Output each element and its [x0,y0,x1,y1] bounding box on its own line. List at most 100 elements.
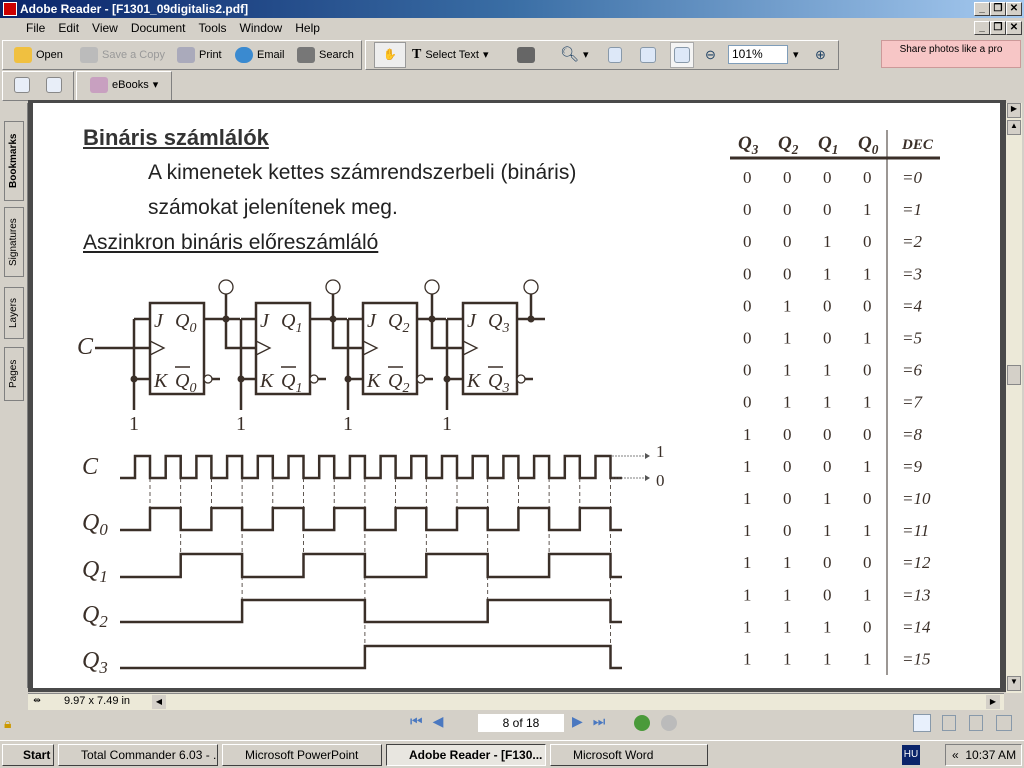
table-cell-dec: =13 [902,585,930,604]
scroll-down-arrow[interactable]: ▼ [1007,676,1021,691]
email-button[interactable]: Email [235,46,285,64]
vertical-scrollbar[interactable]: ▶ ▲ ▼ [1006,103,1022,693]
page-size-label: 9.97 x 7.49 in [64,695,131,707]
taskbar-item[interactable]: Microsoft Word [550,744,708,766]
table-cell: 1 [863,650,872,669]
scroll-thumb[interactable] [1007,365,1021,385]
table-cell: 0 [823,457,832,476]
taskbar-item[interactable]: Microsoft PowerPoint [222,744,382,766]
select-text-button[interactable]: T Select Text ▾ [412,46,488,64]
fit-width-button[interactable] [670,42,694,68]
taskbar-item[interactable]: Adobe Reader - [F130... [386,744,546,766]
table-cell: 0 [783,521,792,540]
restore-button[interactable]: ❐ [990,2,1006,16]
snapshot-button[interactable] [517,46,535,64]
page-toolbar [2,71,74,101]
zoom-dropdown[interactable]: ▾ [793,46,799,64]
title-bar: Adobe Reader - [F1301_09digitalis2.pdf] [0,0,1024,18]
resize-icon[interactable]: ⇹ [30,695,44,709]
base: Q [281,370,296,392]
zoom-in-button[interactable]: ⊕ [815,46,826,64]
doc-close-button[interactable]: ✕ [1006,21,1022,35]
menu-file[interactable]: File [26,21,45,35]
table-cell: 0 [863,617,872,636]
open-button[interactable]: Open [14,46,63,64]
horizontal-scrollbar[interactable]: ⇹ 9.97 x 7.49 in ◀ ▶ [28,693,1004,710]
print-button[interactable]: Print [177,46,222,64]
table-cell-dec: =15 [902,650,930,669]
taskbar-item[interactable]: Total Commander 6.03 - ... [58,744,218,766]
close-button[interactable]: ✕ [1006,2,1022,16]
fit-page-button[interactable] [640,46,656,64]
next-page-icon[interactable]: ▶ [572,713,593,729]
go-back-icon[interactable] [634,715,650,731]
inverter-bubble [309,374,319,384]
continuous-facing-view-icon[interactable] [969,715,983,731]
last-page-icon[interactable]: ⏭︎ [593,713,616,729]
tab-layers[interactable]: Layers [4,287,24,339]
scroll-left-arrow[interactable]: ◀ [152,695,166,709]
zoom-input[interactable]: 101% [728,45,788,64]
page-number-input[interactable]: 8 of 18 [478,714,564,732]
q-output-label: Q2 [388,310,409,336]
menu-view[interactable]: View [92,21,118,35]
doc-minimize-button[interactable]: _ [974,21,990,35]
previous-page-icon[interactable]: ◀ [433,713,454,729]
continuous-view-icon[interactable] [942,715,956,731]
table-cell: 1 [823,489,832,508]
chevron-down-icon[interactable]: ▾ [483,46,489,64]
scroll-up-arrow[interactable]: ▲ [1007,120,1021,135]
logic-one-label: 1 [236,413,246,435]
table-cell: 1 [863,393,872,412]
k-input-label: K [466,370,482,392]
lock-icon[interactable]: 🔒︎ [4,715,11,732]
plus-circle-icon: ⊕ [815,47,826,62]
signal-label-q3: Q3 [82,648,108,677]
rotate-clockwise-button[interactable] [14,76,30,94]
junction-dot [344,375,352,383]
first-page-icon[interactable]: ⏮︎ [410,713,433,729]
output-indicator [523,279,539,295]
table-cell: 1 [863,457,872,476]
tab-bookmarks[interactable]: Bookmarks [4,121,24,201]
start-button[interactable]: Start [2,744,54,766]
facing-view-icon[interactable] [996,715,1012,731]
email-label: Email [257,49,285,61]
menu-tools[interactable]: Tools [199,21,227,35]
single-page-view-icon[interactable] [913,714,931,732]
minimize-button[interactable]: _ [974,2,990,16]
actual-size-button[interactable] [608,46,622,64]
menu-document[interactable]: Document [131,21,186,35]
hand-tool-button[interactable]: ✋ [374,42,406,68]
menu-edit[interactable]: Edit [58,21,79,35]
clock: 10:37 AM [965,748,1017,762]
share-photos-ad[interactable]: Share photos like a pro [881,40,1021,68]
menu-help[interactable]: Help [295,21,320,35]
search-button[interactable]: Search [297,46,354,64]
zoom-in-tool-button[interactable]: 🔍︎ ▾ [560,46,589,64]
subscript: 0 [189,321,196,336]
base: Q [738,133,752,154]
page-icon [608,47,622,63]
table-cell-dec: =14 [902,617,931,636]
tab-pages[interactable]: Pages [4,347,24,401]
base: Q [858,133,872,154]
save-copy-button[interactable]: Save a Copy [80,46,165,64]
language-indicator[interactable]: HU [902,745,920,765]
signal-label-q0: Q0 [82,510,108,539]
chevron-down-icon[interactable]: ▾ [583,46,589,64]
scroll-right-arrow[interactable]: ▶ [1007,103,1021,118]
tab-signatures[interactable]: Signatures [4,207,24,277]
level-high-label: 1 [656,442,665,461]
rotate-counterclockwise-button[interactable] [46,76,62,94]
scroll-right-arrow[interactable]: ▶ [986,695,1000,709]
ebooks-button[interactable]: eBooks ▾ [90,76,158,94]
clock-input-label: C [77,334,94,360]
table-cell: 1 [783,553,792,572]
go-forward-icon[interactable] [661,715,677,731]
doc-restore-button[interactable]: ❐ [990,21,1006,35]
logic-one-label: 1 [343,413,353,435]
zoom-out-button[interactable]: ⊖ [705,46,716,64]
show-hidden-icons[interactable]: « [952,748,959,762]
menu-window[interactable]: Window [240,21,283,35]
